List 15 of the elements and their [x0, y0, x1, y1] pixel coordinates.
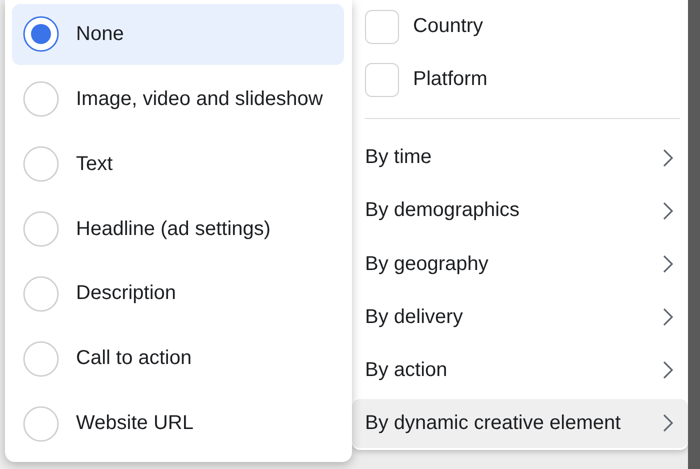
checkbox-label: Country — [413, 15, 484, 38]
menu-item[interactable]: By demographics — [352, 186, 688, 236]
menu-item[interactable]: By geography — [352, 239, 688, 289]
radio-option[interactable]: Image, video and slideshow — [12, 68, 344, 130]
menu-item[interactable]: By action — [352, 346, 688, 395]
checkbox-label: Platform — [413, 68, 488, 92]
radio-option[interactable]: None — [12, 4, 344, 65]
menu-item[interactable]: By time — [352, 133, 688, 182]
radio-option[interactable]: Text — [12, 134, 344, 195]
menu-item[interactable]: By dynamic creative element — [352, 398, 688, 448]
radio-option[interactable]: Website URL — [12, 393, 344, 454]
radio-option[interactable]: Description — [12, 263, 344, 324]
radio-option[interactable]: Headline (ad settings) — [12, 198, 344, 260]
menu-item[interactable]: By delivery — [352, 292, 688, 342]
radio-option[interactable]: Call to action — [12, 328, 344, 390]
